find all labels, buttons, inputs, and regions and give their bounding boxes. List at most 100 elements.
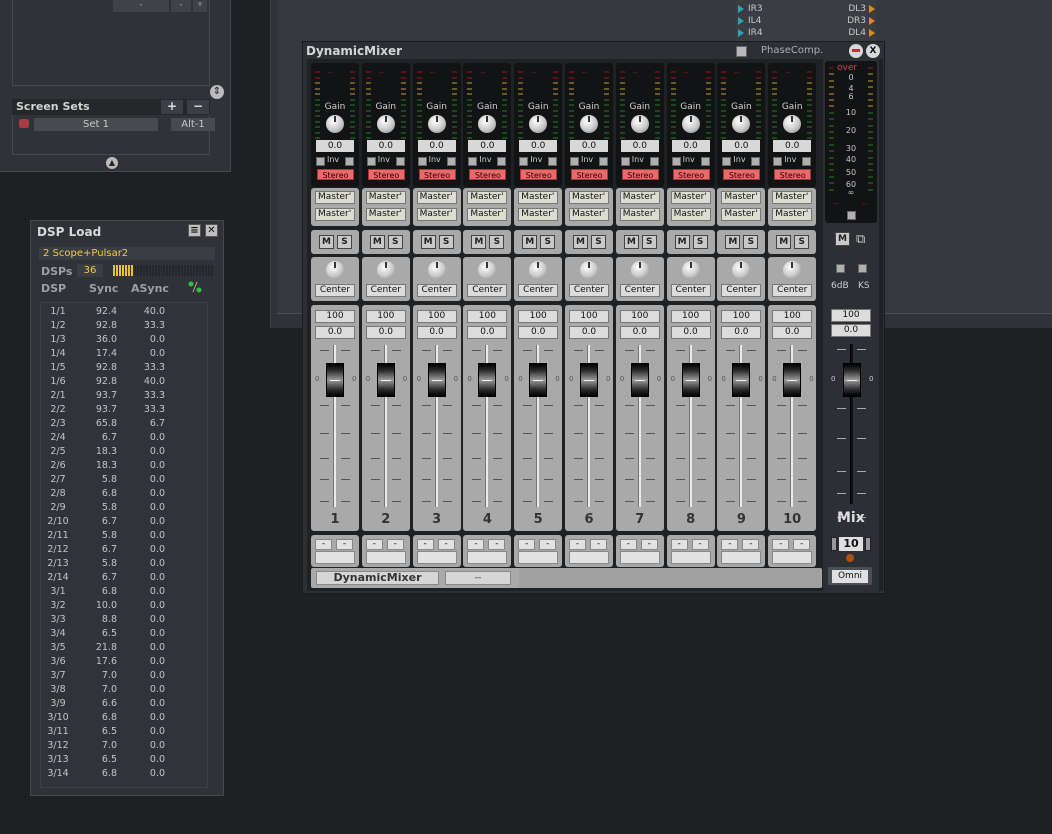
gain-knob[interactable] xyxy=(630,115,649,133)
stereo-button[interactable]: Stereo xyxy=(317,169,354,180)
fader-handle[interactable] xyxy=(427,363,446,397)
solo-button[interactable]: S xyxy=(489,235,505,249)
pan-knob[interactable] xyxy=(326,261,344,279)
screen-set-shortcut[interactable]: Alt-1 xyxy=(171,118,215,131)
invert-left-checkbox[interactable] xyxy=(671,157,681,166)
gain-value[interactable]: 0.0 xyxy=(773,140,812,152)
minimize-icon[interactable]: ≡ xyxy=(188,224,201,237)
stereo-button[interactable]: Stereo xyxy=(469,169,507,180)
invert-right-checkbox[interactable] xyxy=(345,157,354,166)
level-value[interactable]: 100 xyxy=(315,310,355,323)
route-select-2[interactable]: Master' xyxy=(315,208,355,221)
aux-send-1[interactable]: - xyxy=(467,539,485,550)
add-screen-set-button[interactable]: + xyxy=(161,100,183,114)
invert-right-checkbox[interactable] xyxy=(548,157,558,166)
fader-handle[interactable] xyxy=(681,363,700,397)
aux-send-2[interactable]: - xyxy=(793,539,811,550)
close-icon[interactable]: X xyxy=(866,44,880,58)
route-select-1[interactable]: Master' xyxy=(315,191,355,204)
mute-button[interactable]: M xyxy=(522,235,538,249)
gain-knob[interactable] xyxy=(681,115,700,133)
fader-handle[interactable] xyxy=(630,363,649,397)
master-level-value[interactable]: 100 xyxy=(831,309,871,322)
dsp-list[interactable]: 1/1 92.4 40.0 1/2 92.8 33.3 1/3 36.0 0.0 1/4 17.4 0… xyxy=(40,302,208,788)
invert-right-checkbox[interactable] xyxy=(649,157,659,166)
pan-knob[interactable] xyxy=(529,261,548,279)
master-fader-handle[interactable] xyxy=(843,363,861,397)
route-select-1[interactable]: Master' xyxy=(670,191,711,204)
stereo-button[interactable]: Stereo xyxy=(520,169,558,180)
pan-knob[interactable] xyxy=(783,261,802,279)
gain-knob[interactable] xyxy=(478,115,497,133)
aux-send-2[interactable]: - xyxy=(640,539,658,550)
fader-handle[interactable] xyxy=(732,363,751,397)
field-2[interactable]: - xyxy=(171,0,191,12)
phase-comp-checkbox[interactable] xyxy=(736,46,747,57)
aux-field[interactable] xyxy=(569,551,609,564)
pan-knob[interactable] xyxy=(681,261,700,279)
aux-send-1[interactable]: - xyxy=(416,539,434,550)
db-value[interactable]: 0.0 xyxy=(416,326,457,339)
level-value[interactable]: 100 xyxy=(569,310,609,323)
db-value[interactable]: 0.0 xyxy=(772,326,813,339)
stereo-button[interactable]: Stereo xyxy=(672,169,710,180)
aux-send-2[interactable]: - xyxy=(437,539,455,550)
gain-knob[interactable] xyxy=(376,115,395,133)
pan-knob[interactable] xyxy=(580,261,598,279)
decrement-button[interactable] xyxy=(831,537,837,551)
route-select-1[interactable]: Master' xyxy=(569,191,609,204)
pan-knob[interactable] xyxy=(427,261,446,279)
invert-right-checkbox[interactable] xyxy=(599,157,608,166)
aux-send-2[interactable]: - xyxy=(590,539,607,550)
mixer-name-field[interactable]: DynamicMixer xyxy=(316,571,439,585)
pan-knob[interactable] xyxy=(478,261,497,279)
aux-send-1[interactable]: - xyxy=(365,539,383,550)
route-select-2[interactable]: Master' xyxy=(416,208,457,221)
db-value[interactable]: 0.0 xyxy=(315,326,355,339)
pan-value[interactable]: Center xyxy=(772,284,813,297)
close-icon[interactable]: ✕ xyxy=(205,224,218,237)
level-value[interactable]: 100 xyxy=(772,310,813,323)
mute-button[interactable]: M xyxy=(776,235,792,249)
gain-knob[interactable] xyxy=(783,115,802,133)
dropdown-arrow-icon[interactable]: ▾ xyxy=(193,0,207,12)
solo-button[interactable]: S xyxy=(438,235,454,249)
gain-value[interactable]: 0.0 xyxy=(519,140,558,152)
aux-field[interactable] xyxy=(518,551,559,564)
aux-send-1[interactable]: - xyxy=(619,539,637,550)
pan-knob[interactable] xyxy=(630,261,649,279)
fader-handle[interactable] xyxy=(783,363,802,397)
route-select-1[interactable]: Master' xyxy=(467,191,508,204)
ks-checkbox[interactable] xyxy=(858,264,867,273)
invert-left-checkbox[interactable] xyxy=(722,157,732,166)
route-select-2[interactable]: Master' xyxy=(365,208,406,221)
level-value[interactable]: 100 xyxy=(670,310,711,323)
percent-toggle-icon[interactable] xyxy=(188,281,202,293)
aux-field[interactable] xyxy=(467,551,508,564)
gain-knob[interactable] xyxy=(427,115,446,133)
invert-right-checkbox[interactable] xyxy=(497,157,507,166)
route-select-1[interactable]: Master' xyxy=(365,191,406,204)
io-port-row[interactable]: IR4 DL4 xyxy=(736,28,876,39)
db-value[interactable]: 0.0 xyxy=(721,326,762,339)
aux-send-2[interactable]: - xyxy=(386,539,404,550)
aux-send-2[interactable]: - xyxy=(336,539,353,550)
pan-value[interactable]: Center xyxy=(416,284,457,297)
aux-field[interactable] xyxy=(772,551,813,564)
route-select-2[interactable]: Master' xyxy=(518,208,559,221)
level-value[interactable]: 100 xyxy=(365,310,406,323)
midi-channel-field[interactable]: Omni xyxy=(832,570,868,583)
route-select-2[interactable]: Master' xyxy=(721,208,762,221)
gain-value[interactable]: 0.0 xyxy=(671,140,710,152)
level-value[interactable]: 100 xyxy=(619,310,660,323)
db-value[interactable]: 0.0 xyxy=(619,326,660,339)
mute-button[interactable]: M xyxy=(725,235,741,249)
invert-right-checkbox[interactable] xyxy=(700,157,710,166)
gain-value[interactable]: 0.0 xyxy=(620,140,659,152)
solo-button[interactable]: S xyxy=(387,235,403,249)
six-db-checkbox[interactable] xyxy=(836,264,845,273)
level-value[interactable]: 100 xyxy=(518,310,559,323)
route-select-1[interactable]: Master' xyxy=(772,191,813,204)
level-value[interactable]: 100 xyxy=(721,310,762,323)
solo-button[interactable]: S xyxy=(540,235,556,249)
